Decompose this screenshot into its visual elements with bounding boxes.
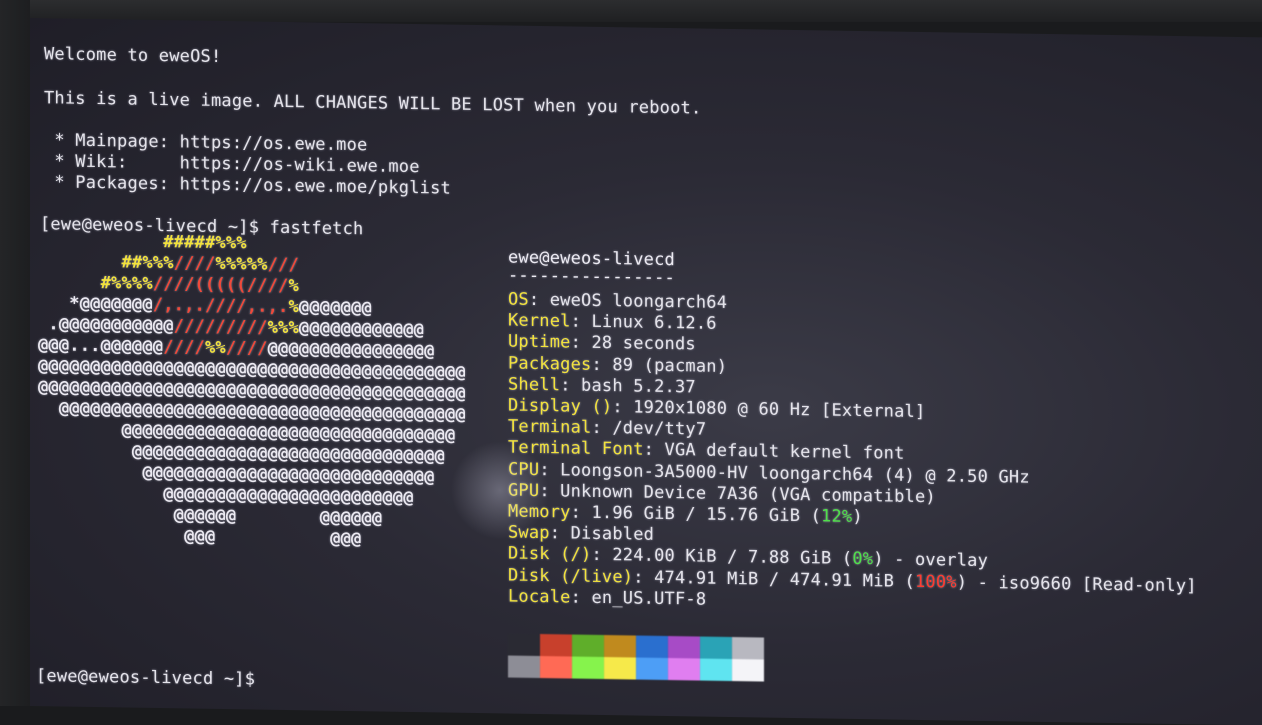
info-value: : Linux 6.12.6 [570,311,717,334]
info-key: Terminal [508,416,592,439]
link-url: https://os.ewe.moe/pkglist [179,174,451,199]
info-key: Packages [508,353,592,375]
logo-segment: % [288,276,299,297]
usage-percent: 0% [852,549,874,570]
terminal[interactable]: Welcome to eweOS! This is a live image. … [30,18,1262,725]
logo-segment: /// [267,254,299,276]
info-key: OS [508,289,529,310]
info-key: Terminal Font [508,437,644,461]
logo-segment: ##%%% [38,251,174,274]
palette-swatch [572,656,604,680]
palette-swatch [508,655,540,679]
palette-swatch [572,634,604,658]
info-key: GPU [508,480,540,501]
info-value: : eweOS loongarch64 [528,289,728,313]
info-value-suffix: ) - overlay [873,549,989,572]
info-value: : Disabled [549,523,655,545]
logo-segment: ////(((((//// [152,273,289,297]
info-value: : bash 5.2.37 [560,375,696,398]
info-value: : 1.96 GiB / 15.76 GiB ( [570,502,822,527]
info-key: CPU [508,459,540,480]
link-label: * Packages: [44,172,180,195]
logo-segment: % [288,297,299,318]
monitor-screen: Welcome to eweOS! This is a live image. … [30,18,1262,725]
logo-segment: //// [163,337,205,358]
logo-segment: #%%%% [38,272,153,294]
link-url: https://os-wiki.ewe.moe [179,153,420,178]
logo-segment: @@@@@@@ [298,297,372,319]
info-value: : 224.00 KiB / 7.88 GiB ( [591,545,853,570]
final-prompt: [ewe@eweos-livecd ~]$ [36,666,256,690]
logo-segment: %%%%% [215,253,268,275]
palette-swatch [540,656,572,679]
link-url: https://os.ewe.moe [179,132,368,156]
info-value: : 89 (pacman) [591,354,728,377]
logo-segment: /,.,.////,.,. [152,294,289,318]
info-value: : 28 seconds [570,332,696,355]
info-key: Disk (/) [508,543,592,566]
info-value: : /dev/tty7 [591,418,707,440]
logo-segment: *@@@@@@@ [38,293,153,315]
palette-swatch [508,633,540,657]
info-key: Disk (/live) [508,565,634,588]
logo-segment: .@@@@@@@@@@@ [38,314,174,337]
info-key: Kernel [508,310,571,332]
info-value: : 474.91 MiB / 474.91 MiB ( [633,567,915,592]
logo-segment: //// [173,253,216,274]
usage-percent: 100% [914,571,957,593]
link-label: * Wiki: [44,151,180,174]
usage-percent: 12% [821,506,853,527]
palette-swatch [636,635,668,659]
info-key: Swap [508,522,550,544]
info-key: Display () [508,395,613,418]
palette-swatch [668,636,700,659]
palette-swatch [636,657,668,681]
logo-segment: //// [225,338,268,359]
palette-swatch [604,657,636,680]
logo-segment: #####%%% [38,230,247,254]
info-row: Uptime: 28 seconds [508,332,696,356]
palette-swatch [732,637,764,660]
info-value-suffix: ) - iso9660 [Read-only] [956,572,1197,596]
logo-segment: ///////// [173,316,268,338]
logo-segment: %%% [267,317,299,339]
palette-swatch [700,658,732,682]
info-value: : VGA default kernel font [643,440,905,465]
info-row: Swap: Disabled [508,523,654,546]
link-label: * Mainpage: [44,130,180,153]
info-key: Memory [508,501,571,523]
color-palette [508,633,764,682]
fastfetch-separator: ---------------- [508,265,675,289]
logo-segment: %% [204,337,226,359]
info-key: Uptime [508,331,571,353]
logo-line: @@@ @@@ [38,524,361,550]
palette-swatch [604,635,636,658]
welcome-line: Welcome to eweOS! [44,44,222,68]
palette-swatch [700,636,732,660]
live-notice-line: This is a live image. ALL CHANGES WILL B… [44,88,702,119]
info-value: : en_US.UTF-8 [570,587,707,610]
info-value-suffix: ) [852,506,863,528]
monitor-bezel-left [0,0,30,706]
palette-swatch [540,634,572,657]
info-row: Shell: bash 5.2.37 [508,374,696,398]
logo-segment: @@@@@@@@@@@@ [298,318,425,341]
logo-segment: @@@...@@@@@@ [38,335,164,358]
logo-segment: @@@@@@@@@@@@@@@@ [267,338,435,362]
logo-segment: @@@ @@@ [38,524,362,550]
monitor-bezel-top [0,0,1262,22]
info-key: Locale [508,586,571,608]
palette-swatch [668,658,700,681]
info-row: Locale: en_US.UTF-8 [508,586,706,610]
info-key: Shell [508,374,561,396]
palette-swatch [732,659,764,682]
command-text: fastfetch [269,217,364,240]
